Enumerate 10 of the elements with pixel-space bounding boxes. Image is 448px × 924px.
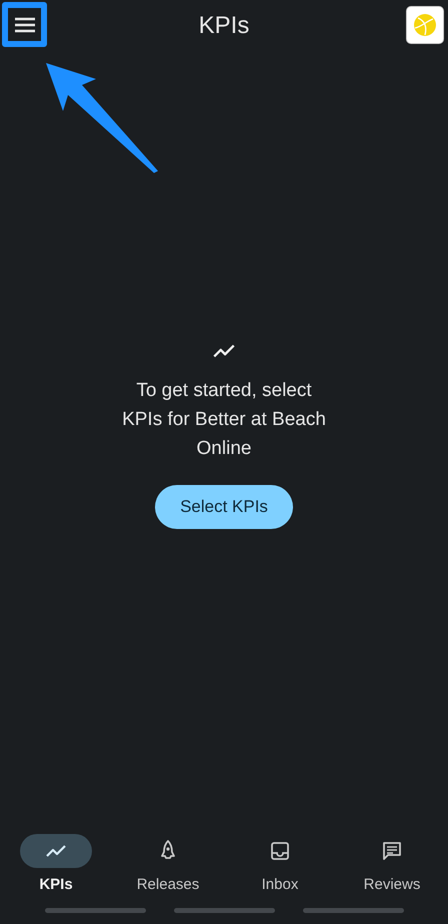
nav-tab[interactable]: Releases [118,834,218,896]
nav-tab[interactable]: Inbox [230,834,330,896]
menu-icon [14,16,36,34]
ball-icon [413,13,437,37]
nav-tab[interactable]: Reviews [342,834,442,896]
empty-state-message: To get started, select KPIs for Better at Beach Online [121,379,327,461]
menu-button[interactable] [2,2,47,47]
nav-tab[interactable]: KPIs [6,834,106,896]
screen-title: KPIs [198,11,250,41]
select-kpis-button[interactable]: Select KPIs [155,485,293,529]
